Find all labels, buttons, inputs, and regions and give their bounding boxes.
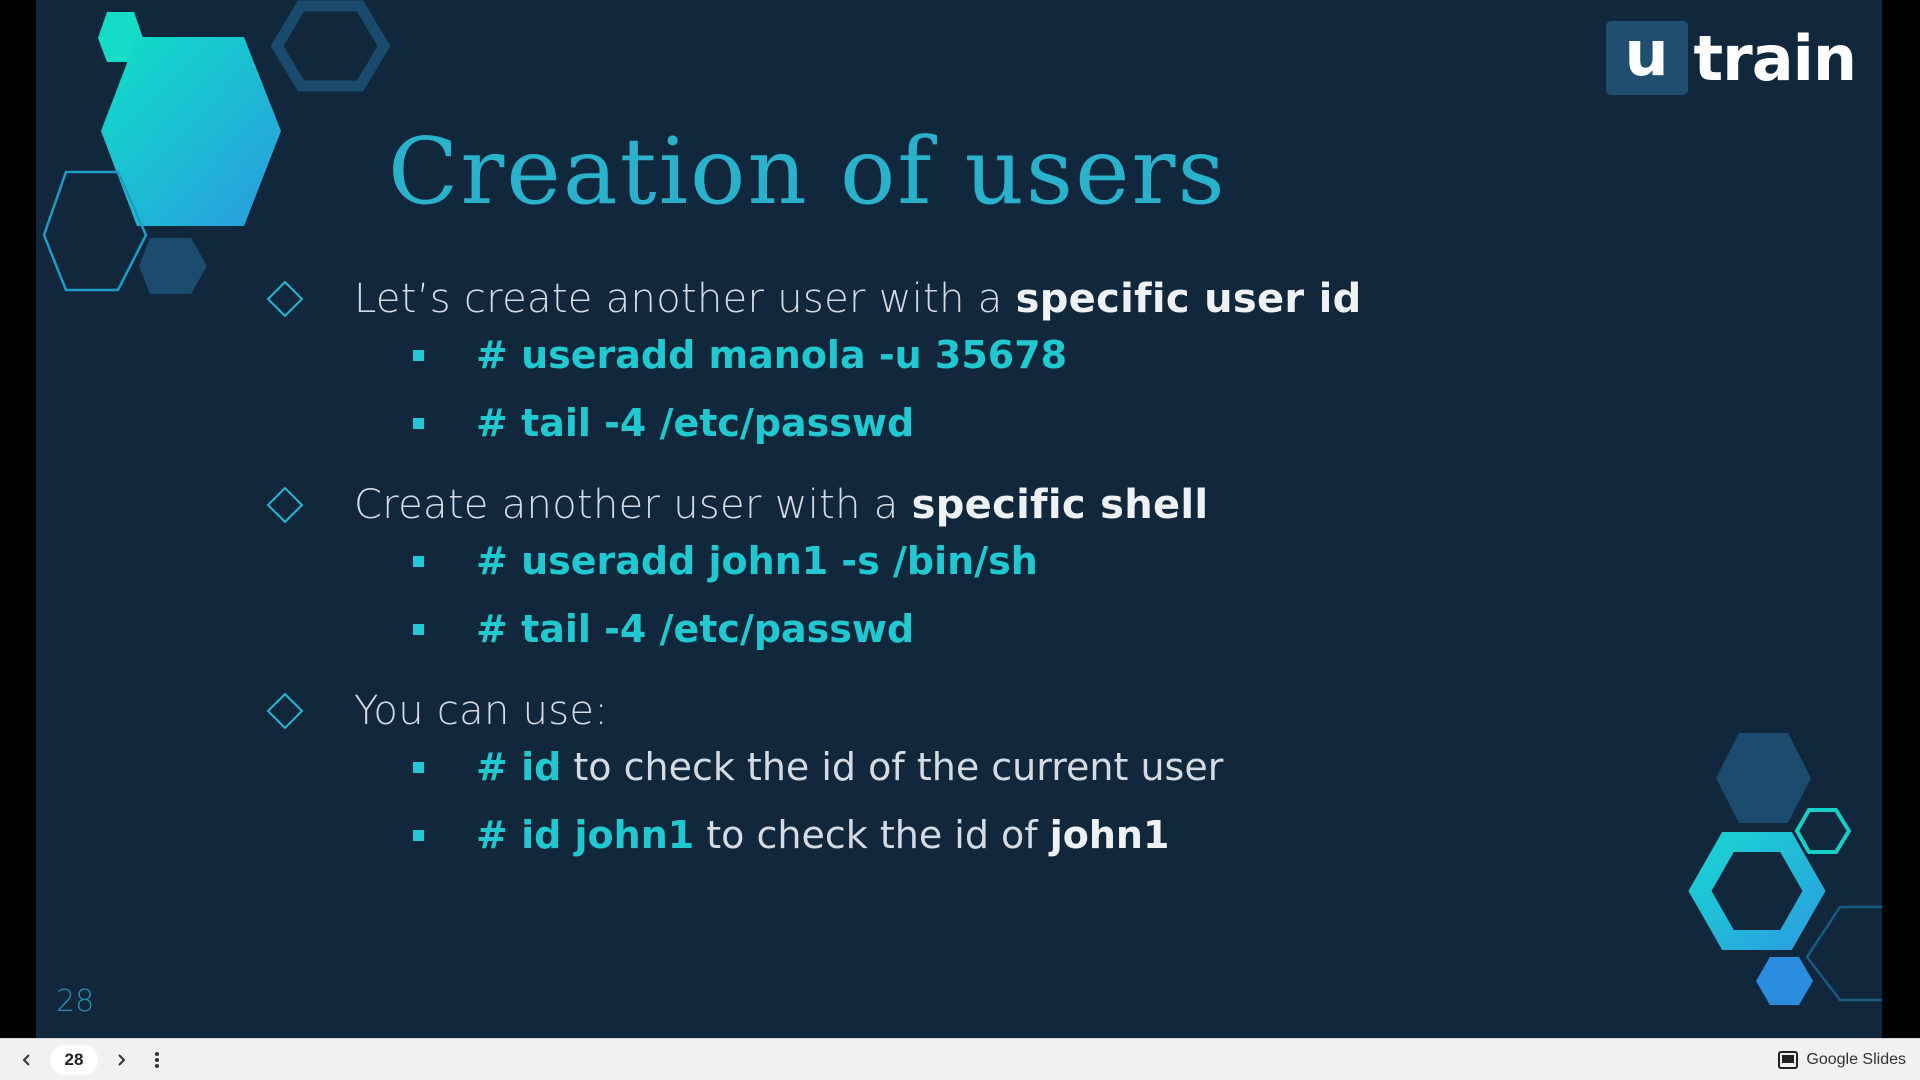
command-description: to check the id of the current user bbox=[561, 745, 1224, 789]
sub-item: # id to check the id of the current user bbox=[413, 745, 1223, 789]
square-bullet-icon bbox=[413, 761, 424, 773]
page-number-input[interactable]: 28 bbox=[50, 1039, 98, 1080]
slide-page-number: 28 bbox=[56, 984, 95, 1019]
sub-item: # useradd manola -u 35678 bbox=[413, 333, 1067, 377]
current-page-value[interactable]: 28 bbox=[50, 1045, 98, 1075]
more-vertical-icon bbox=[155, 1052, 159, 1068]
bullet-text: Create another user with a specific shel… bbox=[354, 482, 1208, 528]
bullet-item-1: Let’s create another user with a specifi… bbox=[264, 276, 1362, 322]
sub-item: # id john1 to check the id of john1 bbox=[413, 813, 1169, 857]
bullet-text-bold: specific shell bbox=[911, 482, 1209, 528]
bullet-text-bold: specific user id bbox=[1015, 276, 1362, 322]
command-text: # useradd john1 -s /bin/sh bbox=[476, 539, 1038, 583]
presentation-icon bbox=[1778, 1051, 1799, 1069]
diamond-bullet-icon bbox=[266, 280, 304, 318]
command-description-bold: john1 bbox=[1049, 813, 1170, 857]
bullet-item-3: You can use: bbox=[264, 688, 608, 734]
utrain-logo: u train bbox=[1605, 20, 1857, 96]
square-bullet-icon bbox=[413, 417, 424, 429]
command-text: # id to check the id of the current user bbox=[476, 745, 1223, 789]
command-text: # useradd manola -u 35678 bbox=[476, 333, 1068, 377]
sub-item: # tail -4 /etc/passwd bbox=[413, 607, 914, 651]
square-bullet-icon bbox=[413, 829, 424, 841]
bullet-item-2: Create another user with a specific shel… bbox=[264, 482, 1208, 528]
google-slides-label: Google Slides bbox=[1806, 1051, 1906, 1068]
next-slide-button[interactable] bbox=[108, 1039, 134, 1080]
previous-slide-button[interactable] bbox=[14, 1039, 40, 1080]
more-options-button[interactable] bbox=[144, 1039, 170, 1080]
square-bullet-icon bbox=[413, 349, 424, 361]
chevron-right-icon bbox=[118, 1054, 126, 1066]
logo-u-box: u bbox=[1605, 21, 1688, 95]
slide-title: Creation of users bbox=[388, 118, 1227, 225]
command-description: to check the id of bbox=[694, 813, 1050, 857]
command-code: # id bbox=[476, 745, 562, 789]
command-text: # id john1 to check the id of john1 bbox=[476, 813, 1169, 857]
diamond-bullet-icon bbox=[266, 692, 304, 730]
square-bullet-icon bbox=[413, 623, 424, 635]
presentation-viewer: u train Creation of users Let’s create a… bbox=[0, 0, 1920, 1080]
command-text: # tail -4 /etc/passwd bbox=[476, 607, 915, 651]
bullet-text-plain: Create another user with a bbox=[354, 482, 912, 528]
slide: u train Creation of users Let’s create a… bbox=[36, 0, 1882, 1038]
chevron-left-icon bbox=[22, 1054, 30, 1066]
command-code: # id john1 bbox=[476, 813, 695, 857]
bullet-text: You can use: bbox=[354, 688, 608, 734]
viewer-toolbar: 28 Google Slides bbox=[0, 1038, 1920, 1080]
sub-item: # useradd john1 -s /bin/sh bbox=[413, 539, 1038, 583]
command-text: # tail -4 /etc/passwd bbox=[476, 401, 915, 445]
logo-train-text: train bbox=[1693, 21, 1857, 95]
bullet-text-plain: Let’s create another user with a bbox=[354, 276, 1016, 322]
google-slides-link[interactable]: Google Slides bbox=[1778, 1039, 1906, 1080]
bullet-text: Let’s create another user with a specifi… bbox=[354, 276, 1362, 322]
bullet-text-plain: You can use: bbox=[354, 688, 609, 734]
sub-item: # tail -4 /etc/passwd bbox=[413, 401, 914, 445]
square-bullet-icon bbox=[413, 555, 424, 567]
diamond-bullet-icon bbox=[266, 486, 304, 524]
